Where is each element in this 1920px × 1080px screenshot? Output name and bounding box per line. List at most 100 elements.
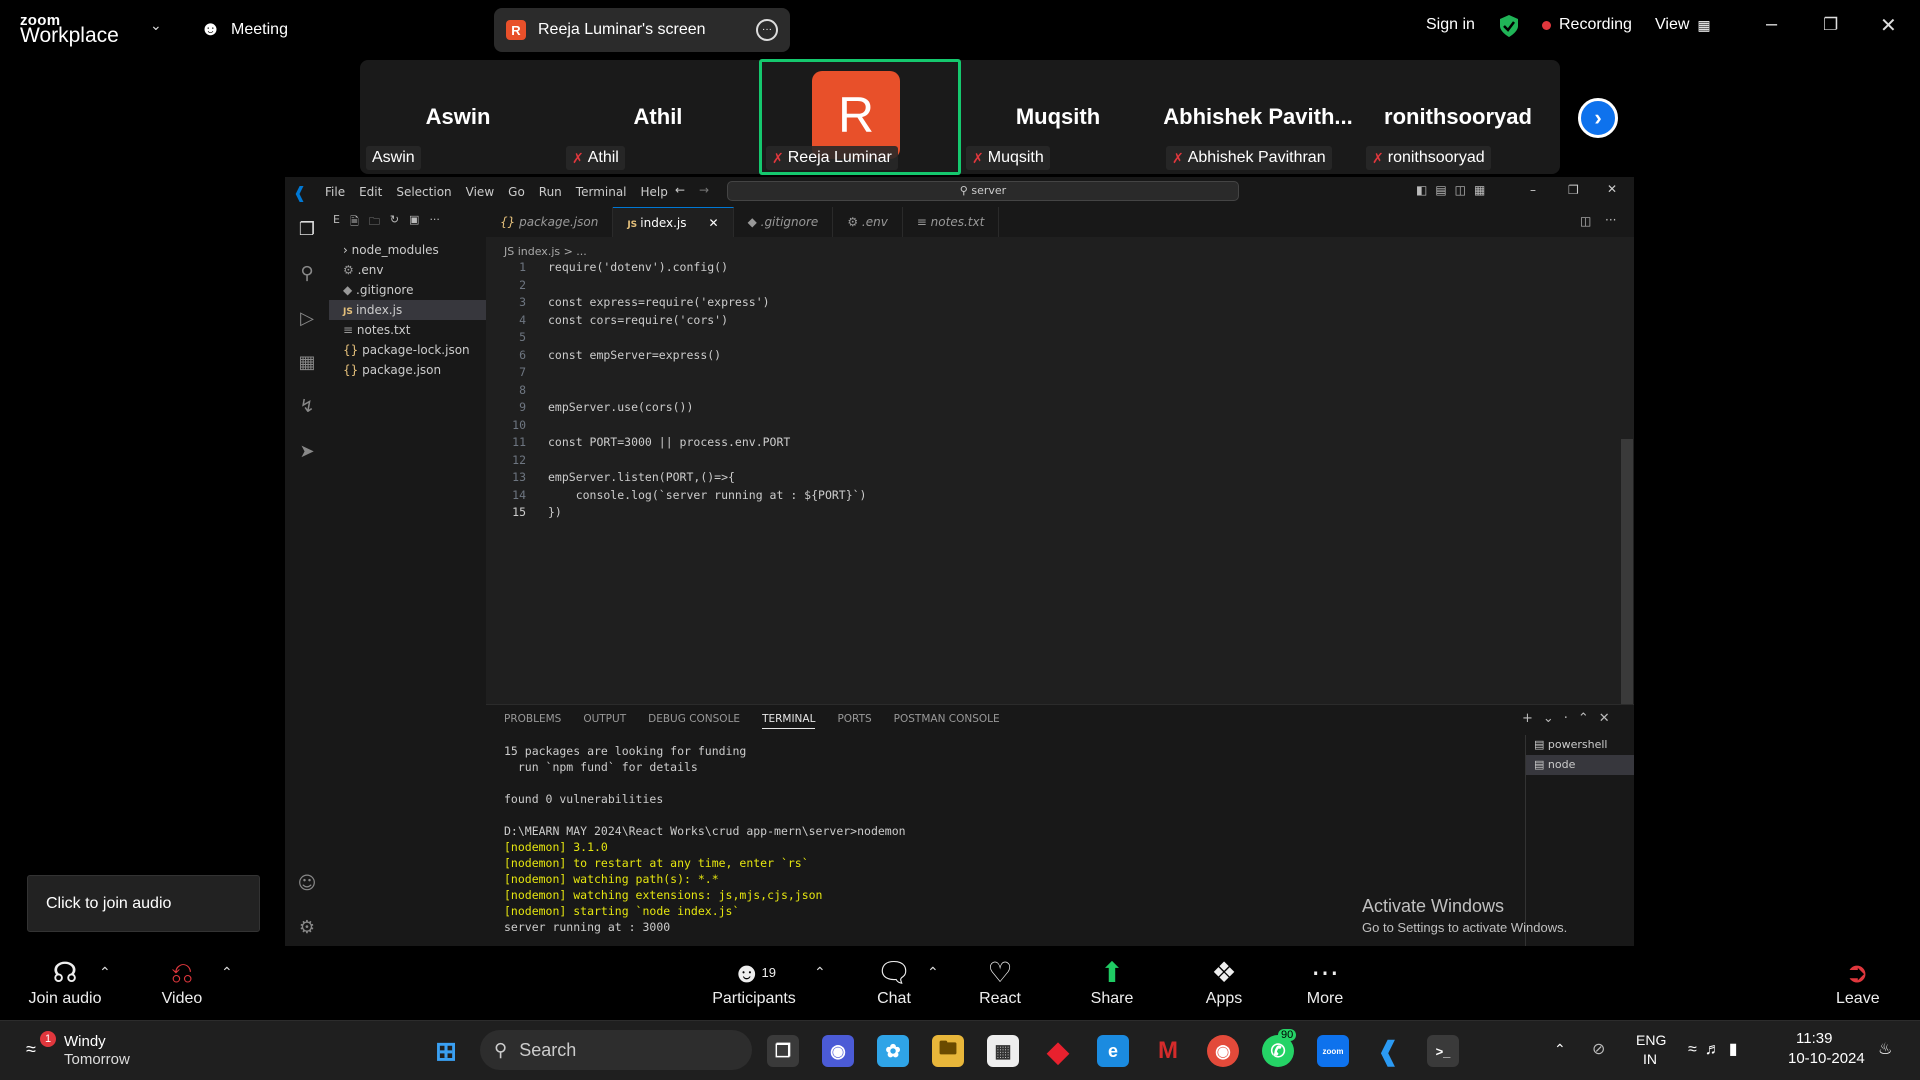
security-shield-icon[interactable] xyxy=(1498,14,1520,38)
task-view-icon[interactable]: ❐ xyxy=(767,1035,799,1067)
restore-icon[interactable]: ❐ xyxy=(1823,15,1838,35)
sign-in-button[interactable]: Sign in xyxy=(1426,16,1475,34)
clock-time[interactable]: 11:39 xyxy=(1796,1030,1832,1047)
tab-debug-console[interactable]: DEBUG CONSOLE xyxy=(648,713,740,729)
file-tree-item[interactable]: › node_modules xyxy=(329,240,486,260)
menu-go[interactable]: Go xyxy=(508,185,525,199)
wifi-volume-battery-icons[interactable]: ≈♬▮ xyxy=(1688,1039,1746,1059)
code-line[interactable]: require('dotenv').config() xyxy=(548,259,728,277)
menu-edit[interactable]: Edit xyxy=(359,185,382,199)
tab-terminal[interactable]: TERMINAL xyxy=(762,713,816,729)
teams-icon[interactable]: ◉ xyxy=(822,1035,854,1067)
code-line[interactable]: const express=require('express') xyxy=(548,294,770,312)
menu-selection[interactable]: Selection xyxy=(396,185,451,199)
editor-scrollbar[interactable] xyxy=(1621,439,1633,723)
clock-date[interactable]: 10-10-2024 xyxy=(1788,1050,1865,1067)
editor-more-icon[interactable]: ··· xyxy=(1605,213,1616,227)
explorer-icon[interactable]: ❐ xyxy=(295,219,319,243)
chevron-down-icon[interactable]: ⌄ xyxy=(150,17,162,34)
file-tree-item[interactable]: ◆ .gitignore xyxy=(329,280,486,300)
code-line[interactable]: const cors=require('cors') xyxy=(548,312,728,330)
participant-tile[interactable]: Athil ✗ Athil xyxy=(560,60,756,174)
account-icon[interactable]: ☺ xyxy=(295,873,319,897)
tab-env[interactable]: ⚙ .env xyxy=(833,207,903,237)
split-editor-icon[interactable]: ◫ xyxy=(1580,214,1591,228)
menu-help[interactable]: Help xyxy=(641,185,668,199)
forward-arrow-icon[interactable]: → xyxy=(699,183,709,197)
code-line[interactable]: const empServer=express() xyxy=(548,347,721,365)
zoom-taskbar-icon[interactable]: zoom xyxy=(1317,1035,1349,1067)
run-debug-icon[interactable]: ▷ xyxy=(295,308,319,332)
weather-widget[interactable]: ≈ 1 Windy Tomorrow xyxy=(22,1031,162,1071)
audio-options-caret-icon[interactable]: ⌃ xyxy=(99,964,111,981)
more-options-icon[interactable]: ··· xyxy=(756,19,778,41)
terminal-output[interactable]: 15 packages are looking for funding run … xyxy=(504,743,906,935)
screen-share-pill[interactable]: R Reeja Luminar's screen ··· xyxy=(494,8,790,52)
video-button[interactable]: ⎌ Video xyxy=(152,956,212,1008)
chat-button[interactable]: 🗨 Chat xyxy=(874,956,914,1008)
chrome-icon[interactable]: ◉ xyxy=(1207,1035,1239,1067)
next-participants-button[interactable]: › xyxy=(1578,98,1618,138)
participant-tile[interactable]: Muqsith ✗ Muqsith xyxy=(960,60,1156,174)
chat-caret-icon[interactable]: ⌃ xyxy=(927,964,939,981)
vscode-restore-icon[interactable]: ❐ xyxy=(1568,183,1579,197)
code-line[interactable]: empServer.use(cors()) xyxy=(548,399,693,417)
terminal-taskbar-icon[interactable]: >_ xyxy=(1427,1035,1459,1067)
apps-button[interactable]: ❖ Apps xyxy=(1202,956,1246,1008)
language-line-2[interactable]: IN xyxy=(1643,1051,1657,1067)
settings-gear-icon[interactable]: ⚙ xyxy=(295,917,319,941)
code-line[interactable]: }) xyxy=(548,504,562,522)
join-audio-button[interactable]: ☊ Join audio xyxy=(28,956,102,1008)
mcafee-icon[interactable]: M xyxy=(1152,1035,1184,1067)
tab-package-json[interactable]: {} package.json xyxy=(486,207,614,237)
back-arrow-icon[interactable]: ← xyxy=(675,183,685,197)
tab-ports[interactable]: PORTS xyxy=(837,713,871,729)
breadcrumb[interactable]: JS index.js > ... xyxy=(504,245,587,258)
more-button[interactable]: ⋯ More xyxy=(1304,956,1346,1008)
terminal-item-powershell[interactable]: ▤ powershell xyxy=(1526,735,1634,755)
leave-button[interactable]: ➲ Leave xyxy=(1836,956,1880,1008)
show-hidden-icons-chevron-icon[interactable]: ⌃ xyxy=(1554,1041,1566,1058)
tab-output[interactable]: OUTPUT xyxy=(583,713,626,729)
code-line[interactable]: empServer.listen(PORT,()=>{ xyxy=(548,469,735,487)
menu-file[interactable]: File xyxy=(325,185,345,199)
command-center-search[interactable]: ⚲ server xyxy=(727,181,1239,201)
tab-problems[interactable]: PROBLEMS xyxy=(504,713,561,729)
vscode-taskbar-icon[interactable]: ❰ xyxy=(1372,1035,1404,1067)
anydesk-icon[interactable]: ◆ xyxy=(1042,1035,1074,1067)
layout-toggle-icons[interactable]: ◧▤◫▦ xyxy=(1416,183,1493,197)
tab-postman-console[interactable]: POSTMAN CONSOLE xyxy=(894,713,1000,729)
notification-bell-icon[interactable]: ♨ xyxy=(1878,1039,1892,1059)
participants-button[interactable]: ☻19 Participants xyxy=(712,956,796,1008)
participant-tile[interactable]: ronithsooryad ✗ ronithsooryad xyxy=(1360,60,1556,174)
language-line-1[interactable]: ENG xyxy=(1636,1032,1666,1048)
share-button[interactable]: ⬆ Share xyxy=(1090,956,1134,1008)
video-options-caret-icon[interactable]: ⌃ xyxy=(221,964,233,981)
taskbar-search[interactable]: ⚲ Search xyxy=(480,1030,752,1070)
lightning-icon[interactable]: ↯ xyxy=(295,396,319,420)
participant-tile[interactable]: Aswin Aswin xyxy=(360,60,556,174)
edge-browser-icon[interactable]: e xyxy=(1097,1035,1129,1067)
network-off-icon[interactable]: ⊘ xyxy=(1592,1039,1605,1059)
participants-caret-icon[interactable]: ⌃ xyxy=(814,964,826,981)
extensions-icon[interactable]: ▦ xyxy=(295,352,319,376)
tab-notes-txt[interactable]: ≡ notes.txt xyxy=(903,207,1000,237)
refresh-icon[interactable]: ↻ xyxy=(390,213,399,232)
minimize-icon[interactable]: – xyxy=(1766,13,1777,36)
code-line[interactable]: const PORT=3000 || process.env.PORT xyxy=(548,434,790,452)
microsoft-store-icon[interactable]: ▦ xyxy=(987,1035,1019,1067)
menu-run[interactable]: Run xyxy=(539,185,562,199)
copilot-icon[interactable]: ✿ xyxy=(877,1035,909,1067)
vscode-minimize-icon[interactable]: – xyxy=(1530,183,1536,197)
recording-indicator[interactable]: Recording xyxy=(1542,16,1632,34)
postman-icon[interactable]: ➤ xyxy=(295,441,319,465)
file-tree-item[interactable]: ≡ notes.txt xyxy=(329,320,486,340)
close-icon[interactable]: ✕ xyxy=(1880,13,1897,38)
file-tree-item[interactable]: {} package.json xyxy=(329,360,486,380)
tab-index-js[interactable]: JS index.js ✕ xyxy=(613,207,734,237)
tab-close-icon[interactable]: ✕ xyxy=(709,216,719,230)
menu-terminal[interactable]: Terminal xyxy=(576,185,627,199)
search-icon[interactable]: ⚲ xyxy=(295,263,319,287)
menu-view[interactable]: View xyxy=(466,185,494,199)
new-folder-icon[interactable]: 🗀 xyxy=(369,213,380,232)
